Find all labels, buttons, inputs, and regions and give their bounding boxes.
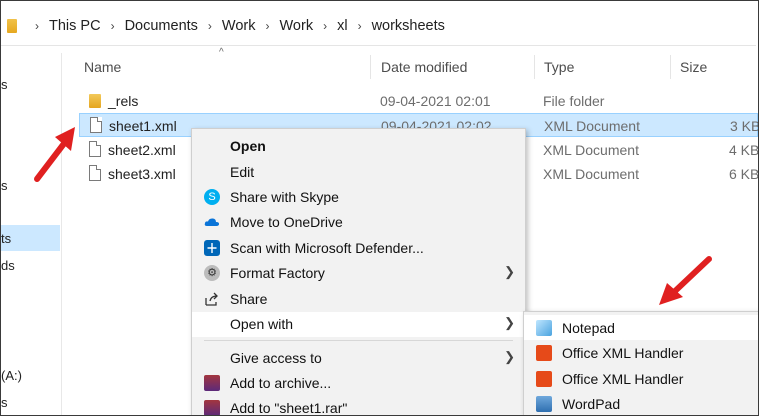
open-with-submenu: Notepad Office XML Handler Office XML Ha… xyxy=(523,311,758,415)
menu-item-scan-defender[interactable]: Scan with Microsoft Defender... xyxy=(192,236,525,261)
menu-item-give-access[interactable]: Give access to ❯ xyxy=(192,346,525,371)
annotation-arrow-icon xyxy=(34,127,75,182)
chevron-right-icon: ❯ xyxy=(504,264,515,279)
breadcrumb-work[interactable]: Work xyxy=(222,18,256,34)
notepad-icon xyxy=(536,320,552,336)
submenu-item-label: Notepad xyxy=(562,320,615,336)
file-type: XML Document xyxy=(543,142,639,158)
open-with-office-xml-handler[interactable]: Office XML Handler xyxy=(524,340,758,365)
column-divider[interactable] xyxy=(370,55,371,79)
column-header-type[interactable]: Type xyxy=(544,59,574,75)
breadcrumb-xl[interactable]: xl xyxy=(337,18,347,34)
submenu-item-label: Office XML Handler xyxy=(562,371,684,387)
column-header-size[interactable]: Size xyxy=(680,59,707,75)
open-with-notepad[interactable]: Notepad xyxy=(524,315,758,340)
column-headers: ^ Name Date modified Type Size xyxy=(62,47,758,81)
nav-item[interactable]: s xyxy=(1,77,8,92)
file-name: sheet1.xml xyxy=(109,118,177,134)
office-icon xyxy=(536,371,552,387)
menu-item-label: Share with Skype xyxy=(230,189,339,205)
menu-separator xyxy=(204,340,513,341)
nav-item[interactable]: ts xyxy=(1,231,11,246)
file-explorer-window: › This PC › Documents › Work › Work › xl… xyxy=(0,0,759,416)
column-divider[interactable] xyxy=(670,55,671,79)
menu-item-label: Open xyxy=(230,138,266,154)
menu-item-add-archive[interactable]: Add to archive... xyxy=(192,371,525,396)
menu-item-label: Scan with Microsoft Defender... xyxy=(230,240,424,256)
chevron-right-icon: › xyxy=(207,19,212,33)
nav-item-drive[interactable]: (A:) xyxy=(1,368,22,383)
open-with-wordpad[interactable]: WordPad xyxy=(524,391,758,415)
file-size: 6 KB xyxy=(729,166,759,182)
skype-icon: S xyxy=(204,189,220,205)
file-size: 4 KB xyxy=(729,142,759,158)
file-size: 3 KB xyxy=(730,118,759,134)
chevron-right-icon: › xyxy=(35,19,39,33)
annotation-arrow-icon xyxy=(659,256,712,305)
file-name: _rels xyxy=(108,93,139,109)
folder-icon xyxy=(7,19,17,33)
address-bar: › This PC › Documents › Work › Work › xl… xyxy=(1,1,758,53)
menu-item-open[interactable]: Open xyxy=(192,134,525,159)
sort-ascending-icon: ^ xyxy=(219,47,224,58)
nav-item[interactable]: s xyxy=(1,395,8,410)
folder-icon xyxy=(89,94,101,108)
breadcrumb[interactable]: › This PC › Documents › Work › Work › xl… xyxy=(1,7,756,46)
menu-item-label: Move to OneDrive xyxy=(230,214,343,230)
menu-item-onedrive[interactable]: Move to OneDrive xyxy=(192,210,525,235)
wordpad-icon xyxy=(536,396,552,412)
breadcrumb-this-pc[interactable]: This PC xyxy=(49,18,101,34)
menu-item-label: Format Factory xyxy=(230,265,325,281)
menu-item-edit[interactable]: Edit xyxy=(192,160,525,185)
xml-file-icon xyxy=(89,141,101,157)
chevron-right-icon: › xyxy=(357,19,362,33)
menu-item-label: Give access to xyxy=(230,350,322,366)
winrar-icon xyxy=(204,375,220,391)
onedrive-icon xyxy=(204,214,220,230)
nav-item[interactable]: s xyxy=(1,178,8,193)
file-type: XML Document xyxy=(543,166,639,182)
file-name: sheet3.xml xyxy=(108,166,176,182)
menu-item-label: Add to "sheet1.rar" xyxy=(230,400,348,416)
xml-file-icon xyxy=(89,165,101,181)
chevron-right-icon: › xyxy=(110,19,115,33)
menu-item-label: Share xyxy=(230,291,268,307)
column-divider[interactable] xyxy=(534,55,535,79)
file-date: 09-04-2021 02:01 xyxy=(380,93,491,109)
menu-item-open-with[interactable]: Open with ❯ xyxy=(192,312,525,337)
chevron-right-icon: › xyxy=(265,19,270,33)
open-with-office-xml-handler-2[interactable]: Office XML Handler xyxy=(524,366,758,391)
xml-file-icon xyxy=(90,117,102,133)
breadcrumb-documents[interactable]: Documents xyxy=(125,18,198,34)
menu-item-share[interactable]: Share xyxy=(192,287,525,312)
defender-shield-icon xyxy=(204,240,220,256)
file-name: sheet2.xml xyxy=(108,142,176,158)
menu-item-label: Add to archive... xyxy=(230,375,332,391)
chevron-right-icon: › xyxy=(323,19,328,33)
nav-item[interactable]: ds xyxy=(1,258,15,273)
column-header-date[interactable]: Date modified xyxy=(381,59,467,75)
winrar-icon xyxy=(204,400,220,415)
menu-item-format-factory[interactable]: ⚙ Format Factory ❯ xyxy=(192,261,525,286)
file-row-rels[interactable]: _rels 09-04-2021 02:01 File folder xyxy=(79,89,758,113)
file-type: XML Document xyxy=(544,118,640,134)
file-type: File folder xyxy=(543,93,605,109)
breadcrumb-worksheets[interactable]: worksheets xyxy=(372,18,445,34)
column-header-name[interactable]: Name xyxy=(84,59,121,75)
menu-item-add-rar[interactable]: Add to "sheet1.rar" xyxy=(192,396,525,416)
navigation-pane: s s ts ds (A:) s xyxy=(1,53,62,415)
breadcrumb-work-2[interactable]: Work xyxy=(280,18,314,34)
submenu-item-label: WordPad xyxy=(562,396,621,412)
chevron-right-icon: ❯ xyxy=(504,315,515,330)
format-factory-icon: ⚙ xyxy=(204,265,220,281)
context-menu: Open Edit S Share with Skype Move to One… xyxy=(191,128,526,416)
menu-item-label: Edit xyxy=(230,164,255,180)
submenu-item-label: Office XML Handler xyxy=(562,345,684,361)
menu-item-share-skype[interactable]: S Share with Skype xyxy=(192,185,525,210)
chevron-right-icon: ❯ xyxy=(504,349,515,364)
share-icon xyxy=(204,291,220,307)
menu-item-label: Open with xyxy=(230,316,294,332)
office-icon xyxy=(536,345,552,361)
